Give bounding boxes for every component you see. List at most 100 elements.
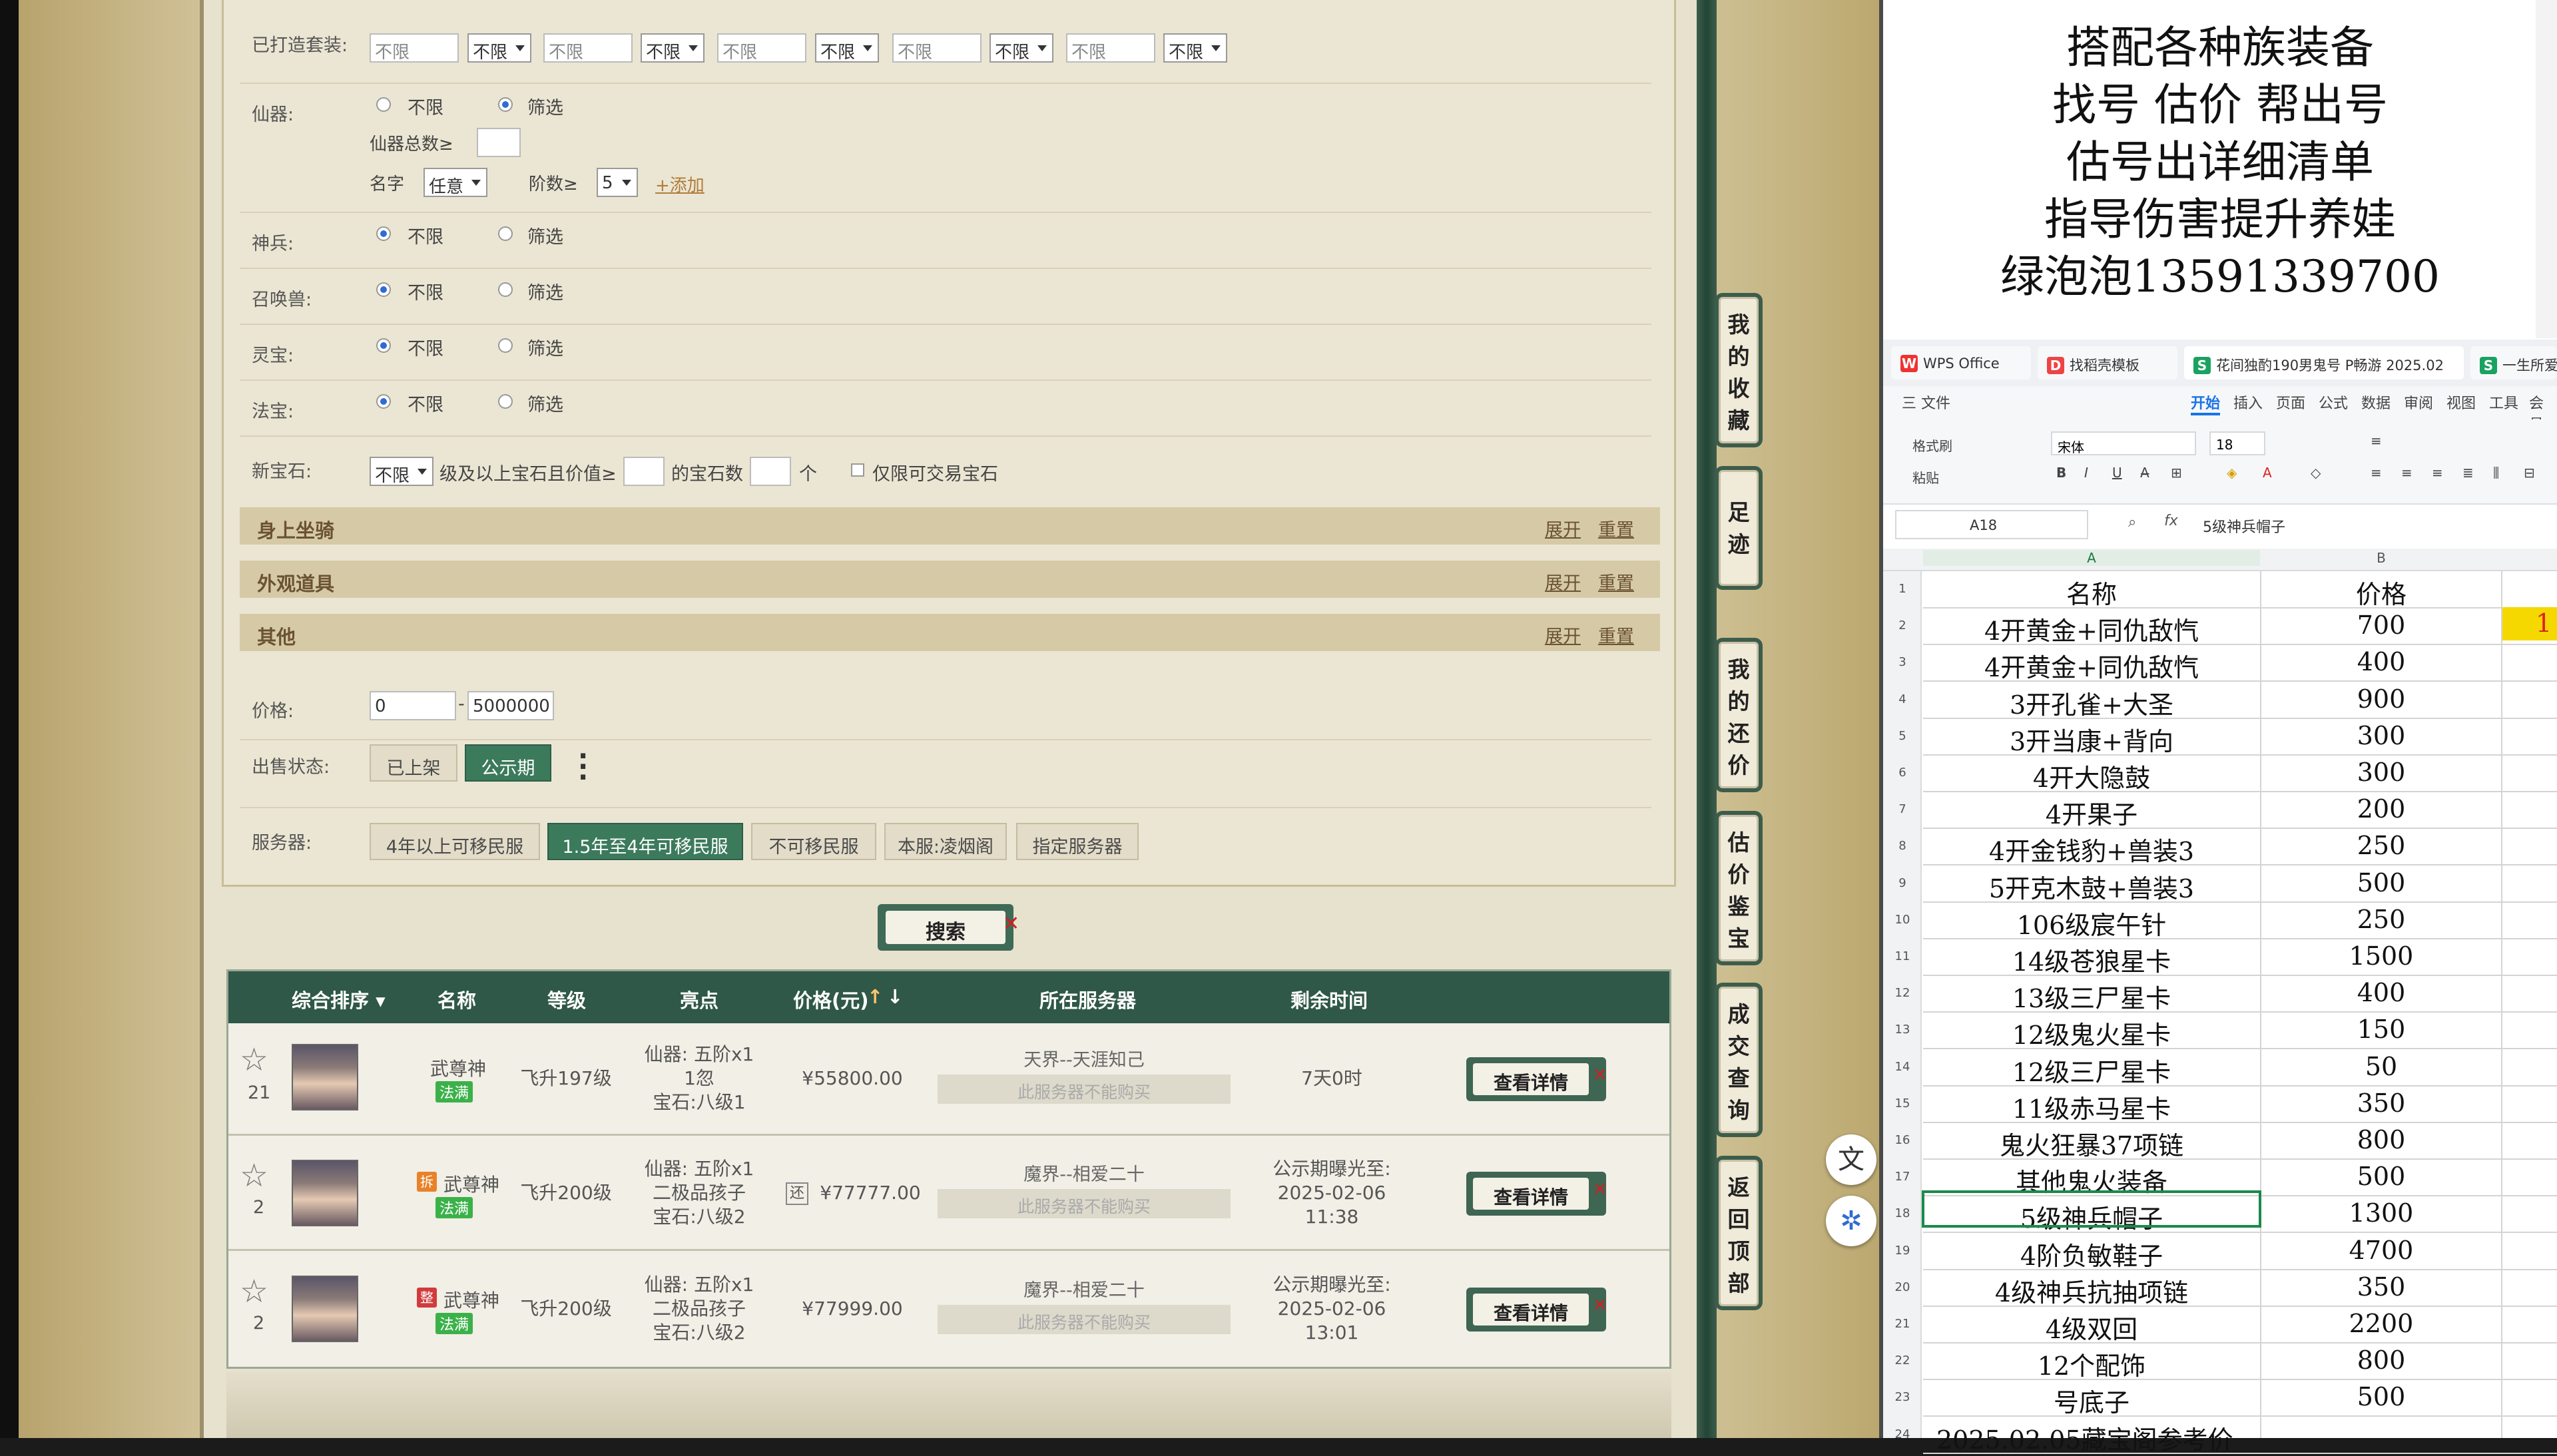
- italic-icon[interactable]: I: [2084, 465, 2088, 481]
- nav-bargains[interactable]: 我的还价: [1715, 638, 1763, 792]
- xianqi-unlimited-radio[interactable]: [376, 97, 391, 112]
- section-appearance-expand[interactable]: 展开: [1545, 569, 1581, 595]
- view-details-button[interactable]: 查看详情: [1466, 1172, 1606, 1216]
- cell-price[interactable]: 1500: [2261, 941, 2501, 971]
- sort-asc-icon[interactable]: ↑: [867, 985, 883, 1008]
- row-number[interactable]: 20: [1883, 1280, 1922, 1294]
- formula-bar[interactable]: 5级神兵帽子: [2191, 510, 2524, 539]
- cell-price[interactable]: 500: [2261, 868, 2501, 897]
- cell-price[interactable]: 50: [2261, 1052, 2501, 1081]
- row-number[interactable]: 13: [1883, 1023, 1922, 1037]
- row-number[interactable]: 6: [1883, 766, 1922, 780]
- nav-favorites[interactable]: 我的收藏: [1715, 293, 1763, 447]
- summon-filter-radio[interactable]: [498, 282, 513, 297]
- xianqi-add-link[interactable]: +添加: [655, 172, 705, 196]
- row-number[interactable]: 3: [1883, 655, 1922, 669]
- shenbing-filter-radio[interactable]: [498, 226, 513, 241]
- row-number[interactable]: 14: [1883, 1060, 1922, 1074]
- cell-name[interactable]: 12级鬼火星卡: [1923, 1015, 2260, 1051]
- row-number[interactable]: 9: [1883, 876, 1922, 890]
- xianqi-tier-select[interactable]: 5: [597, 168, 638, 197]
- translate-icon[interactable]: 文: [1826, 1134, 1876, 1185]
- section-mount-reset[interactable]: 重置: [1598, 515, 1634, 541]
- cell-price[interactable]: 500: [2261, 1382, 2501, 1411]
- avatar[interactable]: [292, 1160, 358, 1226]
- merge-icon[interactable]: ⊟: [2524, 465, 2535, 481]
- menu-tools[interactable]: 工具: [2489, 391, 2518, 413]
- header-sort[interactable]: 综合排序 ▾: [292, 985, 386, 1013]
- suit-input-1[interactable]: 不限: [370, 33, 459, 63]
- suit-select-3[interactable]: 不限: [815, 33, 879, 63]
- favorite-star-icon[interactable]: ☆: [240, 1041, 268, 1079]
- nav-deals[interactable]: 成交查询: [1715, 983, 1763, 1137]
- menu-page[interactable]: 页面: [2276, 391, 2305, 413]
- header-price[interactable]: 价格(元): [793, 985, 869, 1013]
- cell-name[interactable]: 11级赤马星卡: [1923, 1089, 2260, 1125]
- row-number[interactable]: 4: [1883, 692, 1922, 706]
- view-details-button[interactable]: 查看详情: [1466, 1057, 1606, 1101]
- server-opt-3[interactable]: 不可移民服: [751, 823, 876, 860]
- suit-select-2[interactable]: 不限: [641, 33, 705, 63]
- cell-price[interactable]: 250: [2261, 831, 2501, 860]
- align-left-icon[interactable]: ≡: [2371, 465, 2382, 481]
- row-number[interactable]: 16: [1883, 1133, 1922, 1147]
- row-number[interactable]: 5: [1883, 729, 1922, 743]
- align-right-icon[interactable]: ≡: [2432, 465, 2443, 481]
- cell-name[interactable]: 13级三尸星卡: [1923, 978, 2260, 1015]
- cell-name[interactable]: 号底子: [1923, 1382, 2260, 1419]
- xianqi-total-input[interactable]: [477, 128, 521, 157]
- menu-view[interactable]: 视图: [2446, 391, 2476, 413]
- row-number[interactable]: 22: [1883, 1353, 1922, 1367]
- row-number[interactable]: 7: [1883, 802, 1922, 816]
- menu-formula[interactable]: 公式: [2319, 391, 2348, 413]
- cell-price[interactable]: 300: [2261, 721, 2501, 750]
- nav-appraisal[interactable]: 估价鉴宝: [1715, 811, 1763, 965]
- suit-input-5[interactable]: 不限: [1066, 33, 1155, 63]
- ai-assistant-icon[interactable]: ✲: [1826, 1196, 1876, 1246]
- cell-price[interactable]: 250: [2261, 905, 2501, 934]
- cell-name[interactable]: 12个配饰: [1923, 1345, 2260, 1382]
- sort-desc-icon[interactable]: ↓: [887, 985, 903, 1008]
- section-mount-expand[interactable]: 展开: [1545, 515, 1581, 541]
- avatar[interactable]: [292, 1276, 358, 1342]
- cell-name[interactable]: 名称: [1923, 574, 2260, 610]
- gem-tradable-checkbox[interactable]: [851, 463, 864, 477]
- cell-name[interactable]: 鬼火狂暴37项链: [1923, 1125, 2260, 1162]
- underline-icon[interactable]: U: [2112, 465, 2122, 481]
- cell-name[interactable]: 4级神兵抗抽项链: [1923, 1272, 2260, 1309]
- cell-price[interactable]: 800: [2261, 1125, 2501, 1154]
- avatar[interactable]: [292, 1044, 358, 1110]
- menu-data[interactable]: 数据: [2361, 391, 2391, 413]
- cell-name[interactable]: 4开黄金+同仇敌忾: [1923, 647, 2260, 684]
- cell-price[interactable]: 350: [2261, 1089, 2501, 1118]
- server-opt-2[interactable]: 1.5年至4年可移民服: [547, 823, 743, 860]
- row-number[interactable]: 17: [1883, 1170, 1922, 1184]
- row-number[interactable]: 18: [1883, 1206, 1922, 1220]
- cell-name[interactable]: 4开金钱豹+兽装3: [1923, 831, 2260, 867]
- nav-back-to-top[interactable]: 返回顶部: [1715, 1156, 1763, 1310]
- fill-color-icon[interactable]: ◈: [2227, 465, 2237, 481]
- tab-template[interactable]: D 找稻壳模板: [2038, 346, 2177, 379]
- status-public-button[interactable]: 公示期: [465, 744, 551, 782]
- font-size-select[interactable]: 18: [2209, 431, 2265, 455]
- cell-price[interactable]: 400: [2261, 647, 2501, 676]
- character-name[interactable]: 武尊神: [443, 1286, 499, 1313]
- cell-price[interactable]: 500: [2261, 1162, 2501, 1191]
- row-number[interactable]: 11: [1883, 949, 1922, 963]
- column-a-header[interactable]: A: [1923, 550, 2260, 566]
- suit-input-4[interactable]: 不限: [892, 33, 982, 63]
- price-max-input[interactable]: 5000000: [467, 691, 554, 720]
- cell-name[interactable]: 106级宸午针: [1923, 905, 2260, 941]
- row-number[interactable]: 23: [1883, 1390, 1922, 1404]
- gem-value-input[interactable]: [623, 457, 665, 486]
- row-number[interactable]: 15: [1883, 1096, 1922, 1110]
- justify-icon[interactable]: ≣: [2462, 465, 2474, 481]
- menu-home[interactable]: 开始: [2191, 391, 2220, 413]
- fabao-unlimited-radio[interactable]: [376, 394, 391, 409]
- server-opt-5[interactable]: 指定服务器: [1016, 823, 1139, 860]
- cell-price[interactable]: 4700: [2261, 1236, 2501, 1265]
- cell-price[interactable]: 800: [2261, 1345, 2501, 1375]
- font-family-select[interactable]: 宋体: [2051, 431, 2196, 455]
- menu-insert[interactable]: 插入: [2233, 391, 2263, 413]
- menu-file[interactable]: 三 文件: [1902, 391, 1950, 413]
